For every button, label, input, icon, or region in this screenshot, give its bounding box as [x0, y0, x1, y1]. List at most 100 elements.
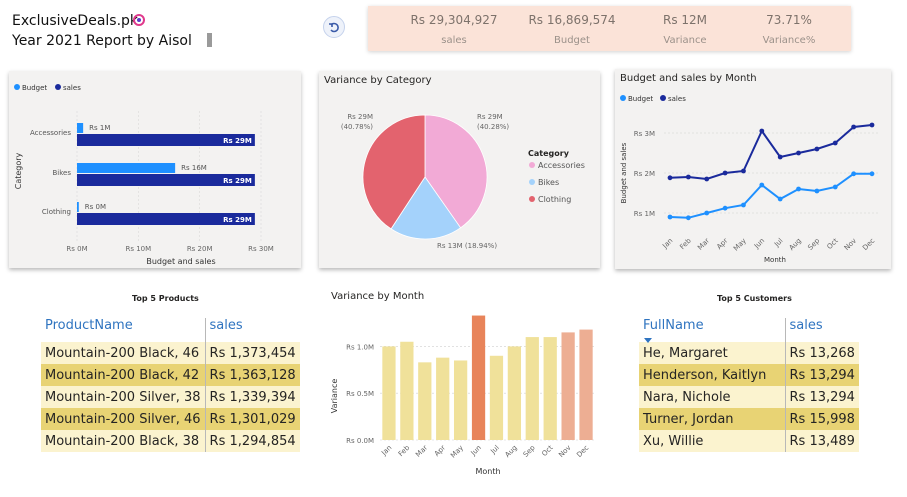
data-point-sales — [759, 128, 765, 134]
x-tick-label: Jun — [469, 444, 483, 458]
table-header-row: ProductName sales — [41, 318, 300, 342]
budget-sales-by-category-card[interactable]: Budget sales Rs 0M Rs 10M Rs 20M Rs 30M Budget… — [9, 71, 301, 268]
kpi-strip: Rs 29,304,927 sales Rs 16,869,574 Budget… — [368, 6, 851, 51]
top-customers-table: FullName sales He, Margaret Rs 13,268 He… — [639, 318, 859, 452]
legend-label-budget: Budget — [628, 95, 653, 103]
x-tick-label: Mar — [414, 444, 429, 459]
x-axis-title: Budget and sales — [146, 257, 215, 266]
legend-label-budget: Budget — [22, 84, 47, 92]
data-point-budget — [741, 202, 746, 208]
customer-name: Turner, Jordan — [639, 408, 785, 430]
customer-name: Xu, Willie — [639, 430, 785, 452]
legend-marker-sales — [660, 95, 666, 101]
customer-sales: Rs 13,294 — [784, 364, 859, 386]
x-axis-title: Month — [764, 256, 786, 264]
table-row[interactable]: Mountain-200 Black, 38 Rs 1,294,854 — [41, 430, 300, 452]
kpi-variance-pct-value: 73.71% — [766, 13, 812, 27]
data-point-sales — [685, 174, 691, 180]
x-tick-label: Sep — [522, 443, 537, 458]
kpi-variance-value: Rs 12M — [662, 13, 708, 27]
legend-marker-sales — [55, 84, 61, 90]
top-customers-title: Top 5 Customers — [717, 294, 792, 303]
legend-marker-budget — [620, 95, 626, 101]
table-row[interactable]: Henderson, Kaitlyn Rs 13,294 — [639, 364, 859, 386]
product-name: Mountain-200 Black, 46 — [41, 342, 206, 364]
table-row[interactable]: Mountain-200 Black, 46 Rs 1,373,454 — [41, 342, 300, 364]
budget-sales-by-month-card[interactable]: Budget and sales by Month Budget sales Rs 1… — [615, 69, 891, 269]
data-point-budget — [869, 171, 875, 177]
category-label: Accessories — [30, 129, 71, 137]
bar-may — [453, 360, 468, 440]
table-row[interactable]: Mountain-200 Silver, 46 Rs 1,301,029 — [41, 408, 300, 430]
data-point-sales — [667, 175, 673, 181]
data-label-sales: Rs 29M — [223, 137, 252, 145]
slice-label: Rs 13M (18.94%) — [437, 242, 497, 250]
x-tick-label: Rs 10M — [125, 245, 151, 253]
bar-nov — [561, 332, 575, 440]
top-products-table: ProductName sales Mountain-200 Black, 46… — [41, 318, 300, 452]
data-label-sales: Rs 29M — [223, 216, 252, 224]
legend-marker — [529, 179, 535, 185]
x-tick-label: Apr — [433, 444, 447, 458]
bar-budget — [77, 163, 176, 173]
chart-title: Variance by Category — [324, 75, 432, 86]
product-sales: Rs 1,294,854 — [204, 430, 300, 452]
kpi-sales-value: Rs 29,304,927 — [410, 13, 498, 27]
slice-label: (40.28%) — [477, 123, 509, 131]
column-header-sales[interactable]: sales — [784, 318, 859, 342]
table-row[interactable]: Turner, Jordan Rs 15,998 — [639, 408, 859, 430]
x-axis-title: Month — [475, 467, 500, 476]
data-point-budget — [814, 188, 820, 194]
app-title: ExclusiveDeals.pk — [12, 13, 139, 29]
customer-sales: Rs 13,294 — [784, 386, 859, 408]
data-point-budget — [722, 205, 728, 211]
bar-jul — [489, 355, 504, 440]
legend-label: Accessories — [538, 161, 585, 170]
kpi-budget-value: Rs 16,869,574 — [528, 13, 616, 27]
data-label-budget: Rs 16M — [181, 164, 207, 172]
y-axis-title: Category — [14, 152, 23, 189]
customer-name: Nara, Nichole — [639, 386, 785, 408]
top-products-title: Top 5 Products — [132, 294, 199, 303]
customer-sales: Rs 15,998 — [784, 408, 859, 430]
x-tick-label: Jan — [379, 444, 393, 458]
table-row[interactable]: He, Margaret Rs 13,268 — [639, 342, 859, 364]
legend-label-sales: sales — [668, 95, 686, 103]
legend-label-sales: sales — [63, 84, 81, 92]
table-row[interactable]: Nara, Nichole Rs 13,294 — [639, 386, 859, 408]
column-header-fullname-label: FullName — [643, 318, 704, 333]
column-header-productname[interactable]: ProductName — [41, 318, 205, 342]
chart-title: Variance by Month — [331, 291, 424, 302]
column-header-fullname[interactable]: FullName — [639, 318, 785, 343]
y-tick-label: Rs 0.0M — [346, 437, 374, 445]
data-point-budget — [832, 184, 838, 190]
x-tick-label: Rs 0M — [66, 245, 87, 253]
reset-icon[interactable] — [323, 16, 345, 38]
logo-icon — [133, 14, 145, 26]
y-tick-label: Rs 1.0M — [346, 343, 374, 351]
kpi-variance-pct-label: Variance% — [762, 35, 816, 46]
bar-aug — [507, 346, 522, 440]
variance-by-category-card[interactable]: Variance by Category Rs 29M (40.28%) Rs 29M… — [319, 71, 600, 268]
legend-label: Clothing — [538, 195, 571, 204]
text-cursor-indicator — [207, 33, 212, 47]
data-point-sales — [704, 176, 710, 182]
column-header-sales[interactable]: sales — [204, 318, 300, 342]
y-tick-label: Rs 2M — [634, 170, 655, 178]
y-tick-label: Rs 0.5M — [346, 390, 374, 398]
x-tick-label: Dec — [575, 444, 590, 459]
data-point-budget — [685, 215, 691, 221]
bar-jan — [382, 346, 396, 440]
budget-sales-by-category-chart: Budget sales Rs 0M Rs 10M Rs 20M Rs 30M Budget… — [9, 71, 301, 268]
table-row[interactable]: Xu, Willie Rs 13,489 — [639, 430, 859, 452]
table-row[interactable]: Mountain-200 Silver, 38 Rs 1,339,394 — [41, 386, 300, 408]
bar-feb — [400, 341, 414, 440]
undo-arrow-icon — [329, 22, 339, 33]
sort-descending-icon[interactable] — [644, 338, 652, 343]
data-label-budget: Rs 0M — [85, 203, 106, 211]
x-tick-label: Rs 30M — [248, 245, 274, 253]
table-row[interactable]: Mountain-200 Black, 42 Rs 1,363,128 — [41, 364, 300, 386]
product-sales: Rs 1,339,394 — [204, 386, 300, 408]
legend-title: Category — [528, 149, 570, 158]
customer-sales: Rs 13,268 — [784, 342, 859, 364]
